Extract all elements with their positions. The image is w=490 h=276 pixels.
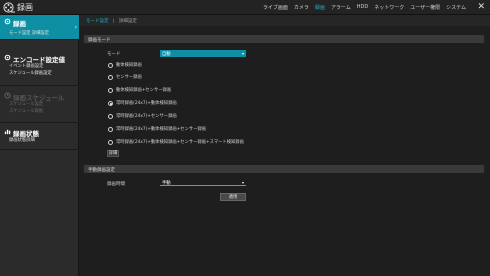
radio-button[interactable] (108, 74, 113, 80)
sidebar-item-label: 録画 (13, 20, 26, 28)
nav-network[interactable]: ネットワーク (374, 4, 404, 11)
radio-button[interactable] (108, 87, 113, 93)
nav-system[interactable]: システム (446, 4, 466, 11)
gear-icon (4, 54, 11, 61)
section-header-manual-record: 手動録画設定 (84, 165, 484, 173)
chevron-right-icon: › (74, 24, 77, 31)
radio-option-continuous-sensor[interactable]: 常時録画(24x7)+センサー録画 (108, 112, 177, 120)
divider (0, 122, 79, 123)
sidebar: 録画 モード設定 詳細設定 › エンコード設定値 イベント録画設定 スケジュール… (0, 15, 79, 276)
mode-select[interactable]: 自動 ▾ (160, 50, 246, 57)
radio-button-selected[interactable] (108, 100, 113, 106)
sidebar-sub-schedule-setting: スケジュール設定 (9, 102, 44, 107)
top-nav: ライブ画面 カメラ 録画 アラーム HDD ネットワーク ユーザー権限 システム (263, 4, 466, 11)
radio-option-sensor[interactable]: センサー録画 (108, 73, 142, 81)
radio-option-motion-sensor[interactable]: 動体検知録画+センサー録画 (108, 86, 171, 94)
sidebar-item-schedule: 録画スケジュール スケジュール設定 スケジュール録画 (0, 89, 79, 119)
sidebar-sub-schedule-record: スケジュール録画 (9, 109, 44, 114)
chart-icon (4, 129, 11, 135)
radio-button[interactable] (108, 113, 113, 119)
radio-button[interactable] (108, 62, 113, 68)
nav-live[interactable]: ライブ画面 (263, 4, 288, 11)
divider (0, 39, 79, 40)
breadcrumb: モード設定 | 詳細設定 (80, 15, 490, 26)
close-icon[interactable]: ✕ (477, 2, 485, 12)
film-reel-icon (3, 2, 15, 13)
section-header-record-mode: 録画モード (84, 35, 484, 43)
mode-label: モード (107, 52, 121, 57)
radio-option-continuous-motion[interactable]: 常時録画(24x7)+動体検知録画 (108, 99, 177, 107)
radio-button[interactable] (108, 139, 113, 145)
sidebar-item-encode[interactable]: エンコード設定値 イベント録画設定 スケジュール録画設定 (0, 51, 79, 81)
divider (0, 149, 79, 150)
breadcrumb-separator: | (112, 19, 115, 24)
tab-detail[interactable]: 詳細設定 (119, 19, 137, 24)
top-bar: 録画 ライブ画面 カメラ 録画 アラーム HDD ネットワーク ユーザー権限 シ… (0, 0, 490, 15)
radio-button[interactable] (108, 126, 113, 132)
sidebar-sub-event[interactable]: イベント録画設定 (9, 63, 43, 69)
radio-option-continuous-all[interactable]: 常時録画(24x7)+動体検知録画+センサー録画+スマート検知録画 (108, 138, 244, 146)
nav-user[interactable]: ユーザー権限 (410, 4, 440, 11)
sidebar-sub-status[interactable]: 録画状態詳細 (9, 137, 35, 143)
duration-label: 録画時間 (107, 182, 125, 187)
sidebar-item-record[interactable]: 録画 モード設定 詳細設定 › (0, 15, 79, 39)
nav-alarm[interactable]: アラーム (331, 4, 351, 11)
detail-button[interactable]: 詳細 (107, 150, 119, 157)
main-panel: モード設定 | 詳細設定 録画モード モード 自動 ▾ 動体検知録画 センサー録… (80, 15, 490, 276)
nav-camera[interactable]: カメラ (294, 4, 309, 11)
nav-record[interactable]: 録画 (315, 4, 325, 11)
app-title: 録画 (17, 3, 33, 12)
radio-option-motion[interactable]: 動体検知録画 (108, 61, 142, 69)
sidebar-sub-mode[interactable]: モード設定 詳細設定 (9, 30, 49, 36)
duration-select[interactable]: 手動 ▾ (160, 179, 246, 186)
apply-button[interactable]: 適用 (220, 193, 246, 201)
sidebar-sub-schedule[interactable]: スケジュール録画設定 (9, 70, 52, 76)
gear-icon (4, 18, 11, 25)
radio-option-continuous-motion-sensor[interactable]: 常時録画(24x7)+動体検知録画+センサー録画 (108, 125, 206, 133)
tab-mode[interactable]: モード設定 (86, 19, 109, 24)
clock-icon (4, 92, 11, 99)
nav-hdd[interactable]: HDD (357, 4, 368, 11)
chevron-down-icon: ▾ (241, 51, 244, 56)
divider (0, 85, 79, 86)
chevron-down-icon: ▾ (241, 180, 244, 185)
sidebar-item-status[interactable]: 録画状態 録画状態詳細 (0, 125, 79, 147)
